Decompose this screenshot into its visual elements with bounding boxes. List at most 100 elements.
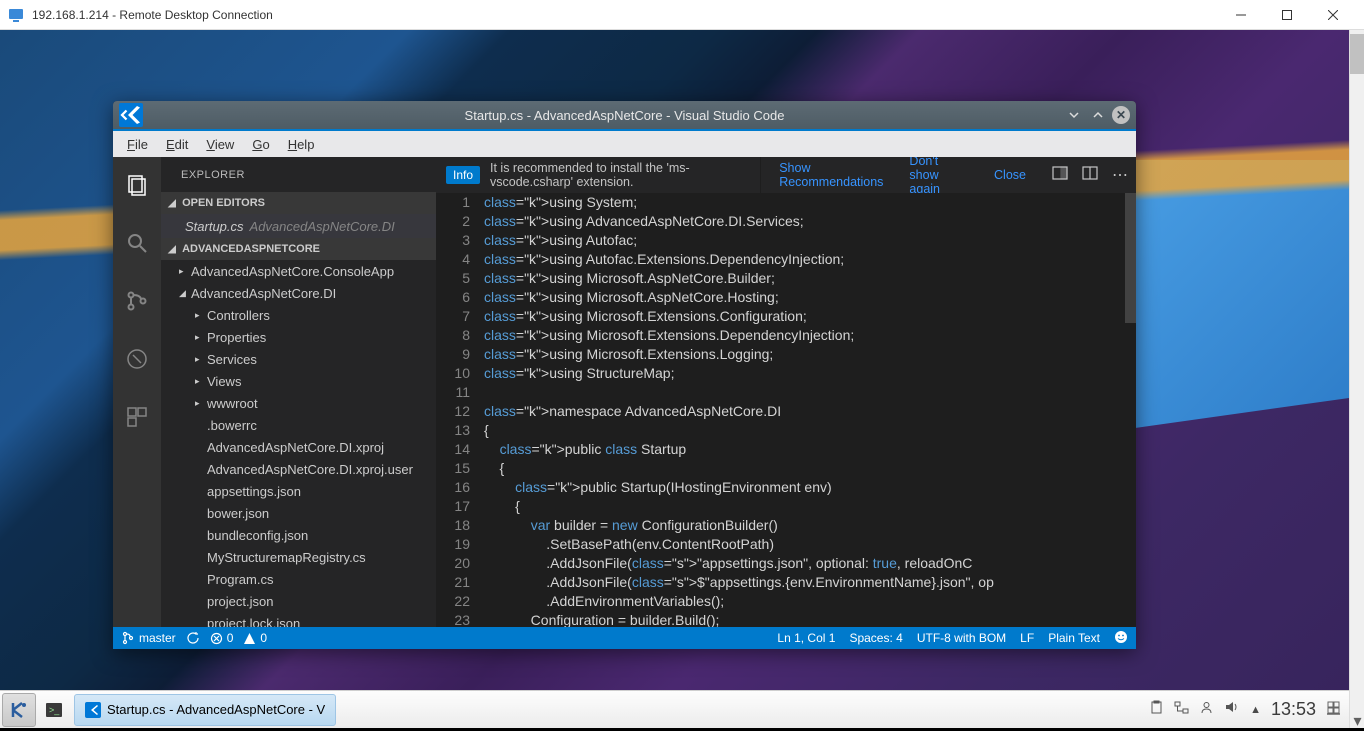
notification-bar: Info It is recommended to install the 'm… (436, 157, 1136, 193)
menu-file[interactable]: File (119, 135, 156, 154)
tray-volume-icon[interactable] (1224, 699, 1240, 720)
show-desktop-icon[interactable] (1326, 700, 1341, 720)
file--bowerrc[interactable]: .bowerrc (161, 414, 436, 436)
file-bower-json[interactable]: bower.json (161, 502, 436, 524)
sync-status[interactable] (186, 631, 200, 645)
show-recommendations-link[interactable]: Show Recommendations (771, 161, 891, 189)
kde-taskbar: >_ Startup.cs - AdvancedAspNetCore - V ▲… (0, 690, 1349, 728)
scrollbar-thumb[interactable] (1125, 193, 1136, 323)
vscode-maximize-button[interactable] (1088, 105, 1108, 125)
editor-scrollbar[interactable] (1125, 193, 1136, 627)
taskbar-clock[interactable]: 13:53 (1271, 699, 1316, 720)
feedback-icon[interactable] (1114, 630, 1128, 647)
dont-show-again-link[interactable]: Don't show again (901, 157, 976, 193)
search-activity[interactable] (113, 223, 161, 263)
folder-wwwroot[interactable]: ▸ wwwroot (161, 392, 436, 414)
extensions-activity[interactable] (113, 397, 161, 437)
taskbar-app-vscode[interactable]: Startup.cs - AdvancedAspNetCore - V (74, 694, 336, 726)
explorer-header: EXPLORER (161, 157, 436, 192)
workspace-section[interactable]: ◢ ADVANCEDASPNETCORE (161, 238, 436, 260)
kde-logo-icon (9, 700, 29, 720)
vscode-titlebar[interactable]: Startup.cs - AdvancedAspNetCore - Visual… (113, 101, 1136, 129)
chevron-right-icon: ▸ (195, 398, 207, 409)
tray-clipboard-icon[interactable] (1149, 700, 1164, 720)
rdp-vertical-scrollbar[interactable]: ▾ (1349, 30, 1364, 728)
folder-advancedaspnetcore-di[interactable]: ◢ AdvancedAspNetCore.DI (161, 282, 436, 304)
eol-status[interactable]: LF (1020, 631, 1034, 645)
debug-activity[interactable] (113, 339, 161, 379)
menu-help[interactable]: Help (280, 135, 323, 154)
chevron-down-icon: ◢ (179, 288, 191, 299)
vscode-window: Startup.cs - AdvancedAspNetCore - Visual… (113, 101, 1136, 649)
close-notification-link[interactable]: Close (986, 168, 1034, 182)
chevron-right-icon: ▸ (195, 376, 207, 387)
menu-view[interactable]: View (198, 135, 242, 154)
file-advancedaspnetcore-di-xproj[interactable]: AdvancedAspNetCore.DI.xproj (161, 436, 436, 458)
chevron-right-icon: ▸ (179, 266, 191, 277)
terminal-icon: >_ (44, 700, 64, 720)
file-project-lock-json[interactable]: project.lock.json (161, 612, 436, 627)
folder-views[interactable]: ▸ Views (161, 370, 436, 392)
file-appsettings-json[interactable]: appsettings.json (161, 480, 436, 502)
chevron-right-icon: ▸ (195, 310, 207, 321)
menu-edit[interactable]: Edit (158, 135, 196, 154)
encoding-status[interactable]: UTF-8 with BOM (917, 631, 1006, 645)
code-content[interactable]: class="k">using System;class="k">using A… (484, 193, 1125, 627)
open-editor-item[interactable]: Startup.cs AdvancedAspNetCore.DI (161, 214, 436, 238)
editor-area: Info It is recommended to install the 'm… (436, 157, 1136, 627)
maximize-button[interactable] (1264, 0, 1310, 30)
remote-desktop-area: Startup.cs - AdvancedAspNetCore - Visual… (0, 30, 1349, 728)
file-program-cs[interactable]: Program.cs (161, 568, 436, 590)
chevron-right-icon: ▸ (195, 354, 207, 365)
application-menu-button[interactable] (2, 693, 36, 727)
more-actions-icon[interactable]: ⋯ (1112, 165, 1128, 185)
file-mystructuremapregistry-cs[interactable]: MyStructuremapRegistry.cs (161, 546, 436, 568)
open-editor-filename: Startup.cs (185, 219, 244, 234)
svg-text:>_: >_ (49, 705, 60, 715)
line-numbers-gutter: 1234567891011121314151617181920212223 (436, 193, 484, 627)
tray-network-icon[interactable] (1174, 700, 1189, 720)
folder-services[interactable]: ▸ Services (161, 348, 436, 370)
activity-bar (113, 157, 161, 627)
vscode-close-button[interactable]: ✕ (1112, 106, 1130, 124)
scrollbar-thumb[interactable] (1350, 34, 1364, 74)
info-badge: Info (446, 166, 480, 184)
indentation-status[interactable]: Spaces: 4 (849, 631, 902, 645)
vscode-icon (85, 702, 101, 718)
language-mode-status[interactable]: Plain Text (1048, 631, 1100, 645)
vscode-window-title: Startup.cs - AdvancedAspNetCore - Visual… (465, 108, 785, 123)
editor-layout-icon[interactable] (1082, 165, 1098, 186)
notification-text: It is recommended to install the 'ms-vsc… (490, 161, 750, 189)
git-branch-status[interactable]: master (121, 631, 176, 645)
chevron-down-icon: ◢ (165, 244, 179, 255)
cursor-position[interactable]: Ln 1, Col 1 (777, 631, 835, 645)
explorer-sidebar: EXPLORER ◢ OPEN EDITORS Startup.cs Advan… (161, 157, 436, 627)
vscode-icon (119, 103, 143, 127)
file-bundleconfig-json[interactable]: bundleconfig.json (161, 524, 436, 546)
file-project-json[interactable]: project.json (161, 590, 436, 612)
tray-user-icon[interactable] (1199, 700, 1214, 720)
minimize-button[interactable] (1218, 0, 1264, 30)
error-icon (210, 632, 223, 645)
folder-controllers[interactable]: ▸ Controllers (161, 304, 436, 326)
tray-expand-icon[interactable]: ▲ (1250, 704, 1261, 716)
file-advancedaspnetcore-di-xproj-user[interactable]: AdvancedAspNetCore.DI.xproj.user (161, 458, 436, 480)
code-editor[interactable]: 1234567891011121314151617181920212223 cl… (436, 193, 1136, 627)
warnings-status[interactable]: 0 (243, 631, 267, 645)
open-editors-section[interactable]: ◢ OPEN EDITORS (161, 192, 436, 214)
chevron-down-icon: ◢ (165, 198, 179, 209)
errors-status[interactable]: 0 (210, 631, 234, 645)
rdp-icon (8, 7, 24, 23)
vscode-minimize-button[interactable] (1064, 105, 1084, 125)
folder-advancedaspnetcore-consoleapp[interactable]: ▸ AdvancedAspNetCore.ConsoleApp (161, 260, 436, 282)
close-button[interactable] (1310, 0, 1356, 30)
split-editor-icon[interactable] (1052, 165, 1068, 186)
rdp-titlebar: 192.168.1.214 - Remote Desktop Connectio… (0, 0, 1364, 30)
chevron-right-icon: ▸ (195, 332, 207, 343)
explorer-activity[interactable] (113, 165, 161, 205)
scrollbar-down-icon[interactable]: ▾ (1350, 713, 1364, 728)
menu-go[interactable]: Go (244, 135, 277, 154)
terminal-launcher[interactable]: >_ (38, 694, 70, 726)
source-control-activity[interactable] (113, 281, 161, 321)
folder-properties[interactable]: ▸ Properties (161, 326, 436, 348)
